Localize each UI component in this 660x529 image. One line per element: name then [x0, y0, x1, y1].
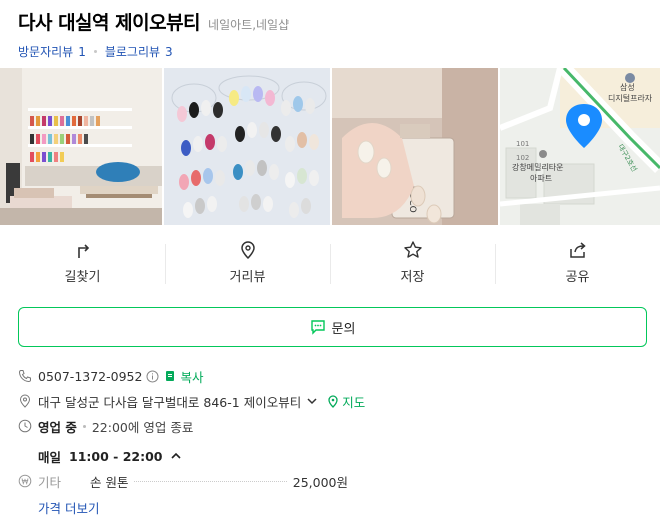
- day-label: 매일: [38, 449, 62, 465]
- clock-icon: [18, 419, 32, 433]
- street-view-label: 거리뷰: [229, 270, 266, 285]
- blog-review-label: 블로그리뷰: [104, 44, 161, 59]
- location-pin-icon: [19, 394, 31, 408]
- separator-dot: [93, 49, 97, 53]
- photo-nail-samples[interactable]: [164, 68, 330, 225]
- map-label-101: 101: [516, 140, 529, 148]
- share-label: 공유: [565, 270, 590, 285]
- map-label-apartment2: 아파트: [530, 173, 552, 183]
- map-label-plaza: 디지털프라자: [608, 93, 653, 103]
- open-status: 영업 중: [38, 419, 77, 435]
- place-category: 네일아트,네일샵: [208, 18, 290, 32]
- inquiry-button[interactable]: 문의: [18, 307, 647, 347]
- chat-icon: [310, 320, 325, 335]
- chevron-up-icon[interactable]: [169, 449, 183, 463]
- share-button[interactable]: 공유: [495, 240, 660, 290]
- blog-review-count: 3: [165, 44, 173, 59]
- map-label-apartment: 강창메밀리타운: [512, 162, 564, 172]
- map-thumbnail[interactable]: 삼성 디지털프라자 대구2호선 강창메밀리타운 아파트 101 102: [500, 68, 660, 225]
- blog-review-link[interactable]: 블로그리뷰 3: [105, 43, 173, 60]
- place-title: 다사 대실역 제이오뷰티: [18, 12, 201, 34]
- share-icon: [569, 242, 586, 258]
- directions-label: 길찾기: [64, 270, 101, 285]
- place-header: 다사 대실역 제이오뷰티 네일아트,네일샵 방문자리뷰 1 블로그리뷰 3: [0, 0, 660, 60]
- map-pin-small-icon: [328, 394, 338, 408]
- photo-gallery: COCO 삼성 디지털프라자 대구2호선 강창메밀리타운 아파트: [0, 68, 660, 225]
- save-label: 저장: [400, 270, 425, 285]
- separator-dot: [82, 424, 86, 428]
- price-row: 기타 손 원톤 25,000원: [18, 471, 348, 491]
- action-bar: 길찾기 거리뷰 저장 공유: [0, 240, 660, 290]
- map-label: 지도: [342, 394, 366, 410]
- more-price-link[interactable]: 가격 더보기: [38, 498, 99, 517]
- photo-salon-interior[interactable]: [0, 68, 162, 225]
- price-item: 손 원톤: [90, 474, 129, 490]
- chevron-down-icon[interactable]: [305, 394, 319, 408]
- price-category: 기타: [38, 474, 62, 490]
- more-price-row: 가격 더보기: [38, 497, 99, 517]
- directions-button[interactable]: 길찾기: [0, 240, 165, 290]
- street-view-icon: [240, 241, 255, 260]
- address-row: 대구 달성군 다사읍 달구벌대로 846-1 제이오뷰티 지도: [18, 391, 365, 411]
- price-leader: [134, 480, 287, 482]
- review-summary: 방문자리뷰 1 블로그리뷰 3: [18, 42, 642, 60]
- street-view-button[interactable]: 거리뷰: [165, 240, 330, 290]
- closing-time: 22:00에 영업 종료: [91, 419, 194, 435]
- won-icon: [18, 474, 32, 488]
- copy-button[interactable]: 복사: [164, 367, 203, 386]
- map-label-samsung: 삼성: [620, 82, 635, 92]
- address-text: 대구 달성군 다사읍 달구벌대로 846-1 제이오뷰티: [38, 394, 302, 410]
- star-icon: [403, 241, 422, 258]
- phone-number[interactable]: 0507-1372-0952: [38, 369, 142, 384]
- info-icon[interactable]: [146, 370, 159, 383]
- map-link[interactable]: 지도: [327, 392, 365, 411]
- save-button[interactable]: 저장: [330, 240, 495, 290]
- phone-icon: [18, 370, 31, 383]
- copy-icon: [166, 371, 175, 381]
- copy-label: 복사: [180, 369, 204, 385]
- inquiry-label: 문의: [331, 321, 356, 337]
- daily-hours-row[interactable]: 매일 11:00 - 22:00: [38, 446, 183, 466]
- price-value: 25,000원: [292, 474, 348, 490]
- hours-row: 영업 중 22:00에 영업 종료: [18, 416, 193, 436]
- visitor-review-link[interactable]: 방문자리뷰 1: [18, 43, 86, 60]
- visitor-review-count: 1: [78, 44, 86, 59]
- hours-range: 11:00 - 22:00: [69, 448, 163, 464]
- visitor-review-label: 방문자리뷰: [18, 44, 74, 59]
- directions-icon: [77, 244, 89, 258]
- map-label-102: 102: [516, 154, 529, 162]
- photo-hand-perfume[interactable]: COCO: [332, 68, 498, 225]
- phone-row: 0507-1372-0952 복사: [18, 366, 203, 386]
